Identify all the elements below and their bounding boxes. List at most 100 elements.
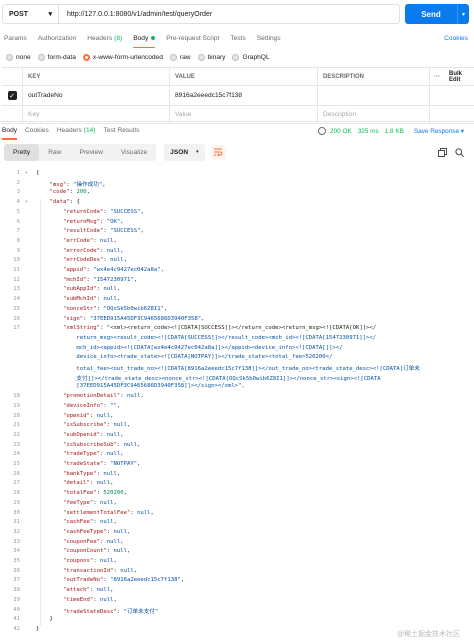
save-response-button[interactable]: Save Response ▾ bbox=[414, 127, 464, 135]
code-line: } bbox=[36, 616, 53, 623]
request-bar: POST ▾ http://127.0.0.1:8080/v1/admin/te… bbox=[0, 0, 474, 28]
view-pretty-button[interactable]: Pretty bbox=[4, 143, 40, 161]
format-toolbar: Pretty Raw Preview Visualize JSON ▾ bbox=[0, 141, 474, 163]
code-line: "subMchId": null, bbox=[62, 296, 121, 303]
code-line: "tradeStateDesc": "订单未支付" bbox=[62, 608, 159, 615]
view-raw-button[interactable]: Raw bbox=[39, 144, 70, 161]
response-tab-body[interactable]: Body bbox=[2, 122, 18, 140]
code-line: "data": { bbox=[49, 199, 80, 206]
code-line: "feeType": null, bbox=[62, 499, 117, 506]
line-number: 6 bbox=[16, 218, 20, 225]
code-line: "code": 200, bbox=[49, 189, 90, 196]
param-key-input[interactable]: outTradeNo bbox=[23, 86, 170, 105]
line-number: 15 bbox=[13, 305, 20, 312]
code-line: "outTradeNo": "8916a2eeedc15c7f138", bbox=[62, 577, 185, 584]
line-number: 26 bbox=[13, 470, 20, 477]
param-value-input[interactable]: 8916a2eeedc15c7f138 bbox=[170, 86, 318, 105]
line-number: 27 bbox=[13, 480, 20, 487]
code-line: "promotionDetail": null, bbox=[62, 393, 144, 400]
row-checkbox[interactable]: ✓ bbox=[7, 91, 17, 100]
chevron-down-icon: ▾ bbox=[196, 149, 199, 155]
copy-icon[interactable] bbox=[438, 147, 447, 157]
code-line: return_msg><result_code><![CDATA[SUCCESS… bbox=[36, 334, 377, 341]
line-number: 19 bbox=[13, 402, 20, 409]
line-number: 31 bbox=[13, 519, 20, 526]
line-number: 3 bbox=[16, 189, 20, 196]
radio-circle-icon bbox=[37, 53, 45, 61]
wrap-lines-button[interactable] bbox=[210, 144, 226, 160]
tab-pre-request-script[interactable]: Pre-request Script bbox=[166, 28, 219, 48]
more-options-icon[interactable]: ··· bbox=[430, 68, 444, 85]
line-number: 22 bbox=[13, 431, 20, 438]
radio-form-data[interactable]: form-data bbox=[37, 53, 76, 61]
code-line: "totalFee": 520200, bbox=[62, 490, 127, 497]
send-button[interactable]: Send bbox=[405, 4, 457, 24]
code-line: "couponCount": null, bbox=[62, 548, 131, 555]
line-number: 20 bbox=[13, 412, 20, 419]
code-line: mch_id><appid><![CDATA[wx4e4c9427ec042a8… bbox=[36, 344, 343, 351]
code-line: } bbox=[36, 625, 40, 632]
code-line: "xmlString": "<xml><return_code><![CDATA… bbox=[62, 325, 377, 332]
fold-chevron-icon[interactable]: ▾ bbox=[25, 199, 28, 205]
radio-binary[interactable]: binary bbox=[197, 53, 225, 61]
response-tab-headers[interactable]: Headers (14) bbox=[57, 122, 96, 140]
line-number: 36 bbox=[13, 567, 20, 574]
view-mode-segment: Pretty Raw Preview Visualize bbox=[4, 143, 157, 161]
response-tab-cookies[interactable]: Cookies bbox=[25, 122, 49, 140]
line-number: 12 bbox=[13, 276, 20, 283]
bulk-edit-button[interactable]: Bulk Edit bbox=[444, 68, 474, 85]
tab-settings[interactable]: Settings bbox=[257, 28, 281, 48]
table-row: ✓ outTradeNo 8916a2eeedc15c7f138 bbox=[2, 86, 474, 106]
code-line: "detail": null, bbox=[62, 480, 114, 487]
response-tab-test-results[interactable]: Test Results bbox=[104, 122, 140, 140]
line-number: 13 bbox=[13, 286, 20, 293]
response-meta: 200 OK 325 ms 1.8 KB Save Response ▾ bbox=[318, 122, 464, 140]
tab-params[interactable]: Params bbox=[4, 28, 27, 48]
code-line: "msg": "操作成功", bbox=[49, 181, 106, 188]
code-line: "isSubscribe": null, bbox=[62, 422, 131, 429]
params-table: KEY VALUE DESCRIPTION ··· Bulk Edit ✓ ou… bbox=[2, 67, 474, 124]
radio-none[interactable]: none bbox=[6, 53, 31, 61]
cookies-link[interactable]: Cookies bbox=[444, 35, 468, 42]
code-line: "tradeType": null, bbox=[62, 451, 124, 458]
response-size: 1.8 KB bbox=[384, 127, 404, 135]
view-preview-button[interactable]: Preview bbox=[70, 144, 111, 161]
headers-count: (8) bbox=[114, 34, 123, 42]
line-number: 34 bbox=[13, 548, 20, 555]
radio-raw[interactable]: raw bbox=[169, 53, 191, 61]
line-number: 5 bbox=[16, 208, 20, 215]
search-icon[interactable] bbox=[455, 147, 464, 157]
tab-authorization[interactable]: Authorization bbox=[38, 28, 77, 48]
format-select[interactable]: JSON ▾ bbox=[164, 143, 205, 161]
line-number: 11 bbox=[13, 267, 20, 273]
method-select[interactable]: POST ▾ bbox=[2, 4, 58, 24]
code-line: "subAppId": null, bbox=[62, 286, 121, 293]
line-number: 33 bbox=[13, 538, 20, 545]
code-line: [37EED915A45DF3C9465686D3940F358]]></sig… bbox=[36, 383, 245, 390]
tab-tests[interactable]: Tests bbox=[230, 28, 245, 48]
line-number: 40 bbox=[13, 606, 20, 613]
send-options-chevron-icon[interactable]: ▾ bbox=[457, 4, 469, 24]
url-input[interactable]: http://127.0.0.1:8080/v1/admin/test/quer… bbox=[58, 4, 400, 24]
code-line: "returnMsg": "OK", bbox=[62, 218, 124, 225]
params-header-row: KEY VALUE DESCRIPTION ··· Bulk Edit bbox=[2, 68, 474, 86]
response-body-code[interactable]: 1 {▾ 2 "msg": "操作成功", 3 "code": 200, 4 "data… bbox=[0, 166, 474, 641]
tab-headers[interactable]: Headers (8) bbox=[87, 28, 122, 48]
fold-chevron-icon[interactable]: ▾ bbox=[25, 170, 28, 176]
response-actions bbox=[430, 141, 464, 163]
line-number: 29 bbox=[13, 499, 20, 506]
chevron-down-icon: ▾ bbox=[48, 11, 52, 18]
column-header-description: DESCRIPTION bbox=[318, 68, 430, 85]
param-description-input[interactable] bbox=[318, 86, 430, 105]
radio-x-www-form-urlencoded[interactable]: x-www-form-urlencoded bbox=[82, 53, 163, 61]
code-line: "isSubscribeSub": null, bbox=[62, 441, 141, 448]
radio-circle-icon bbox=[6, 53, 13, 61]
code-line: "errCode": null, bbox=[62, 237, 117, 244]
code-line: "cashFeeType": null, bbox=[62, 528, 131, 535]
tab-body[interactable]: Body bbox=[133, 28, 156, 48]
view-visualize-button[interactable]: Visualize bbox=[112, 144, 156, 161]
line-number: 16 bbox=[13, 315, 20, 322]
line-number: 35 bbox=[13, 558, 20, 564]
code-line: "transactionId": null, bbox=[62, 567, 138, 574]
radio-graphql[interactable]: GraphQL bbox=[232, 53, 270, 61]
